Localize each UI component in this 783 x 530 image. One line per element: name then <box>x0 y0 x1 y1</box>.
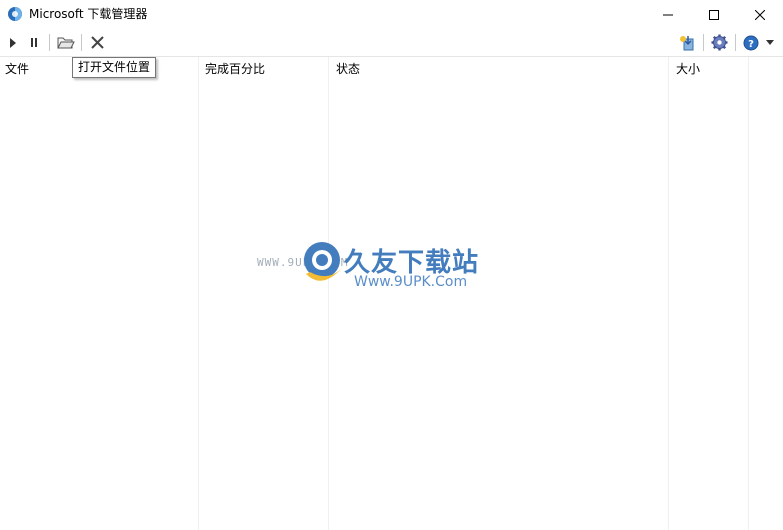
toolbar: ? <box>0 29 783 56</box>
globe-app-icon <box>8 7 22 21</box>
play-icon <box>10 37 16 48</box>
chevron-down-icon <box>766 40 774 45</box>
column-divider <box>748 57 749 530</box>
watermark-logo-icon <box>304 242 342 281</box>
watermark-url: Www.9UPK.Com <box>354 274 468 290</box>
pause-button[interactable] <box>25 32 43 53</box>
minimize-button[interactable] <box>645 0 691 29</box>
pause-icon <box>31 38 37 47</box>
start-button[interactable] <box>4 32 22 53</box>
close-icon <box>755 9 765 20</box>
delete-icon <box>90 36 104 49</box>
help-dropdown-button[interactable] <box>763 32 777 53</box>
delete-button[interactable] <box>87 32 107 53</box>
toolbar-separator <box>703 34 704 51</box>
toolbar-separator <box>49 34 50 51</box>
column-header-size[interactable]: 大小 <box>676 61 700 77</box>
column-divider <box>668 57 669 530</box>
maximize-button[interactable] <box>691 0 737 29</box>
settings-gear-icon <box>711 34 727 51</box>
settings-button[interactable] <box>708 32 730 53</box>
add-download-icon <box>680 35 694 50</box>
help-button[interactable]: ? <box>740 32 762 53</box>
close-button[interactable] <box>737 0 783 29</box>
title-bar: Microsoft 下载管理器 <box>0 0 783 29</box>
open-folder-icon <box>57 37 75 48</box>
column-header-percent[interactable]: 完成百分比 <box>205 61 265 77</box>
open-file-location-button[interactable] <box>55 32 77 53</box>
window-title: Microsoft 下载管理器 <box>29 7 148 21</box>
toolbar-separator <box>735 34 736 51</box>
column-header-file[interactable]: 文件 <box>5 61 29 77</box>
column-divider <box>198 57 199 530</box>
column-header-status[interactable]: 状态 <box>336 61 360 77</box>
tooltip: 打开文件位置 <box>72 57 157 78</box>
maximize-icon <box>709 9 719 20</box>
add-download-button[interactable] <box>677 32 697 53</box>
toolbar-separator <box>81 34 82 51</box>
help-icon: ? <box>743 35 759 50</box>
watermark: WWW.9UPK.COM 久友下载站 Www.9UPK.Com <box>250 236 510 306</box>
svg-text:?: ? <box>748 39 754 50</box>
minimize-icon <box>663 14 673 15</box>
